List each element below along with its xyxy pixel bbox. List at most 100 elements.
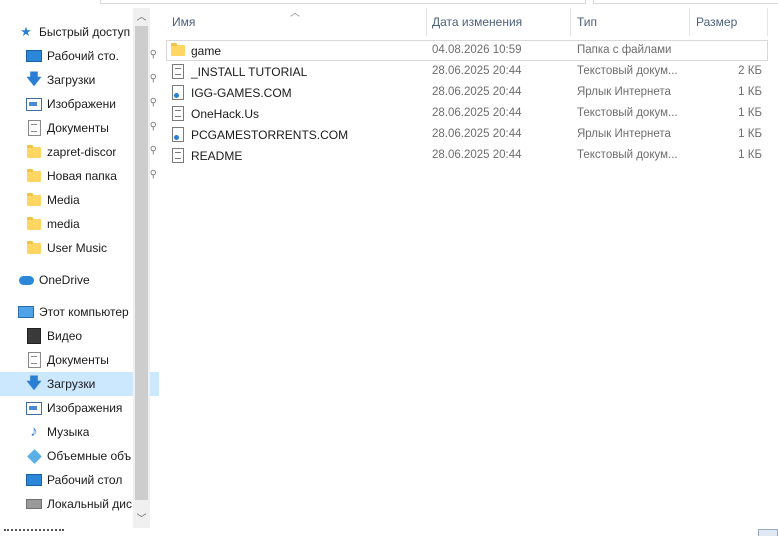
details-view-icon[interactable] bbox=[758, 529, 778, 536]
column-divider[interactable] bbox=[570, 8, 571, 36]
nav-item-label: Документы bbox=[47, 121, 109, 135]
download-arrow-icon: 🡇 bbox=[26, 71, 42, 88]
file-size: 1 КБ bbox=[738, 86, 762, 98]
file-row[interactable]: _INSTALL TUTORIAL 28.06.2025 20:44 Текстов… bbox=[166, 61, 778, 82]
column-size-header[interactable]: Размер bbox=[696, 8, 737, 36]
text-document-icon bbox=[172, 148, 184, 163]
pin-icon: ⚲ bbox=[149, 145, 157, 156]
column-header: ︿ Имя Дата изменения Тип Размер bbox=[150, 8, 778, 36]
nav-item-label: Изображения bbox=[47, 401, 123, 415]
desktop-icon bbox=[26, 50, 42, 62]
address-bar[interactable] bbox=[100, 0, 586, 4]
nav-item-icon-wrap bbox=[18, 304, 34, 320]
pin-icon: ⚲ bbox=[149, 49, 157, 60]
file-date: 28.06.2025 20:44 bbox=[432, 65, 522, 77]
nav-item-label: Быстрый доступ bbox=[39, 25, 131, 39]
file-row[interactable]: README 28.06.2025 20:44 Текстовый докум...… bbox=[166, 145, 778, 166]
nav-item-icon-wrap bbox=[26, 352, 42, 368]
nav-item-icon-wrap bbox=[26, 448, 42, 464]
nav-item-icon-wrap: 🡇 bbox=[26, 376, 42, 392]
nav-item-icon-wrap bbox=[26, 496, 42, 512]
file-name-cell: README bbox=[170, 145, 242, 166]
music-note-icon: ♪ bbox=[30, 423, 38, 440]
status-text bbox=[4, 529, 64, 536]
file-name: _INSTALL TUTORIAL bbox=[191, 64, 308, 79]
computer-icon bbox=[18, 306, 34, 318]
file-date: 04.08.2026 10:59 bbox=[432, 44, 522, 56]
column-name-header[interactable]: Имя bbox=[172, 8, 195, 36]
internet-shortcut-icon bbox=[172, 127, 184, 142]
column-divider[interactable] bbox=[767, 8, 768, 36]
navigation-pane: ★ Быстрый доступ Рабочий сто. ⚲ 🡇 Загрузки ⚲ Из… bbox=[0, 8, 159, 528]
file-row[interactable]: game 04.08.2026 10:59 Папка с файлами bbox=[166, 40, 768, 61]
scroll-down-arrow-icon[interactable]: ﹀ bbox=[133, 512, 150, 528]
star-icon: ★ bbox=[20, 24, 32, 39]
file-type: Текстовый докум... bbox=[577, 107, 678, 119]
nav-item-icon-wrap: 🡇 bbox=[26, 72, 42, 88]
documents-icon bbox=[27, 352, 41, 368]
file-date: 28.06.2025 20:44 bbox=[432, 149, 522, 161]
file-row[interactable]: OneHack.Us 28.06.2025 20:44 Текстовый доку… bbox=[166, 103, 778, 124]
file-icon-wrap bbox=[170, 85, 186, 101]
nav-item-label: Изображени bbox=[47, 97, 116, 111]
file-type: Ярлык Интернета bbox=[577, 128, 671, 140]
file-list: game 04.08.2026 10:59 Папка с файлами _INST… bbox=[166, 40, 778, 166]
nav-scrollbar[interactable]: ︿ ﹀ bbox=[133, 8, 150, 528]
nav-item[interactable]: OneDrive bbox=[0, 268, 151, 292]
folder-icon bbox=[27, 192, 41, 206]
nav-item[interactable]: ★ Быстрый доступ bbox=[0, 20, 151, 44]
file-date: 28.06.2025 20:44 bbox=[432, 86, 522, 98]
nav-item-label: Документы bbox=[47, 353, 109, 367]
file-row[interactable]: IGG-GAMES.COM 28.06.2025 20:44 Ярлык Интер… bbox=[166, 82, 778, 103]
file-type: Папка с файлами bbox=[577, 44, 672, 56]
nav-item-label: Загрузки bbox=[47, 73, 96, 87]
file-icon-wrap bbox=[170, 106, 186, 122]
nav-item-label: Рабочий сто. bbox=[47, 49, 119, 63]
nav-item-label: Объемные объ bbox=[47, 449, 132, 463]
folder-icon bbox=[27, 168, 41, 182]
text-document-icon bbox=[172, 64, 184, 79]
nav-item-icon-wrap bbox=[26, 472, 42, 488]
nav-item[interactable]: Этот компьютер bbox=[0, 300, 151, 324]
nav-item-icon-wrap bbox=[26, 168, 42, 184]
nav-item-icon-wrap bbox=[18, 272, 34, 288]
file-row[interactable]: PCGAMESTORRENTS.COM 28.06.2025 20:44 Ярлык… bbox=[166, 124, 778, 145]
column-divider[interactable] bbox=[689, 8, 690, 36]
file-name-cell: game bbox=[170, 40, 221, 61]
nav-item-icon-wrap bbox=[26, 48, 42, 64]
nav-item-icon-wrap: ♪ bbox=[26, 424, 42, 440]
local-disk-icon bbox=[26, 499, 42, 509]
file-size: 1 КБ bbox=[738, 128, 762, 140]
text-document-icon bbox=[172, 106, 184, 121]
3d-objects-icon bbox=[26, 448, 42, 464]
file-name: OneHack.Us bbox=[191, 106, 260, 121]
nav-item-label: Видео bbox=[47, 329, 83, 343]
download-arrow-icon: 🡇 bbox=[26, 375, 42, 392]
nav-item-icon-wrap bbox=[26, 96, 42, 112]
nav-item-icon-wrap bbox=[26, 120, 42, 136]
file-type: Текстовый докум... bbox=[577, 65, 678, 77]
status-bar bbox=[0, 528, 778, 536]
pin-icon: ⚲ bbox=[149, 73, 157, 84]
pictures-icon bbox=[26, 401, 42, 415]
column-divider[interactable] bbox=[426, 8, 427, 36]
file-name-cell: IGG-GAMES.COM bbox=[170, 82, 292, 103]
pin-icon: ⚲ bbox=[149, 121, 157, 132]
file-type: Текстовый докум... bbox=[577, 149, 678, 161]
nav-item-label: Media bbox=[47, 193, 80, 207]
nav-item-label: zapret-discor bbox=[47, 145, 117, 159]
file-name: IGG-GAMES.COM bbox=[191, 85, 292, 100]
scrollbar-thumb[interactable] bbox=[135, 26, 148, 500]
file-name: PCGAMESTORRENTS.COM bbox=[191, 127, 349, 142]
file-date: 28.06.2025 20:44 bbox=[432, 107, 522, 119]
search-box[interactable] bbox=[593, 0, 778, 4]
internet-shortcut-icon bbox=[172, 85, 184, 100]
column-type-header[interactable]: Тип bbox=[577, 8, 597, 36]
column-date-header[interactable]: Дата изменения bbox=[432, 8, 522, 36]
scroll-up-arrow-icon[interactable]: ︿ bbox=[133, 10, 150, 26]
nav-item-label: Этот компьютер bbox=[39, 305, 129, 319]
file-icon-wrap bbox=[170, 43, 186, 59]
file-size: 2 КБ bbox=[738, 65, 762, 77]
file-name-cell: _INSTALL TUTORIAL bbox=[170, 61, 307, 82]
file-size: 1 КБ bbox=[738, 107, 762, 119]
